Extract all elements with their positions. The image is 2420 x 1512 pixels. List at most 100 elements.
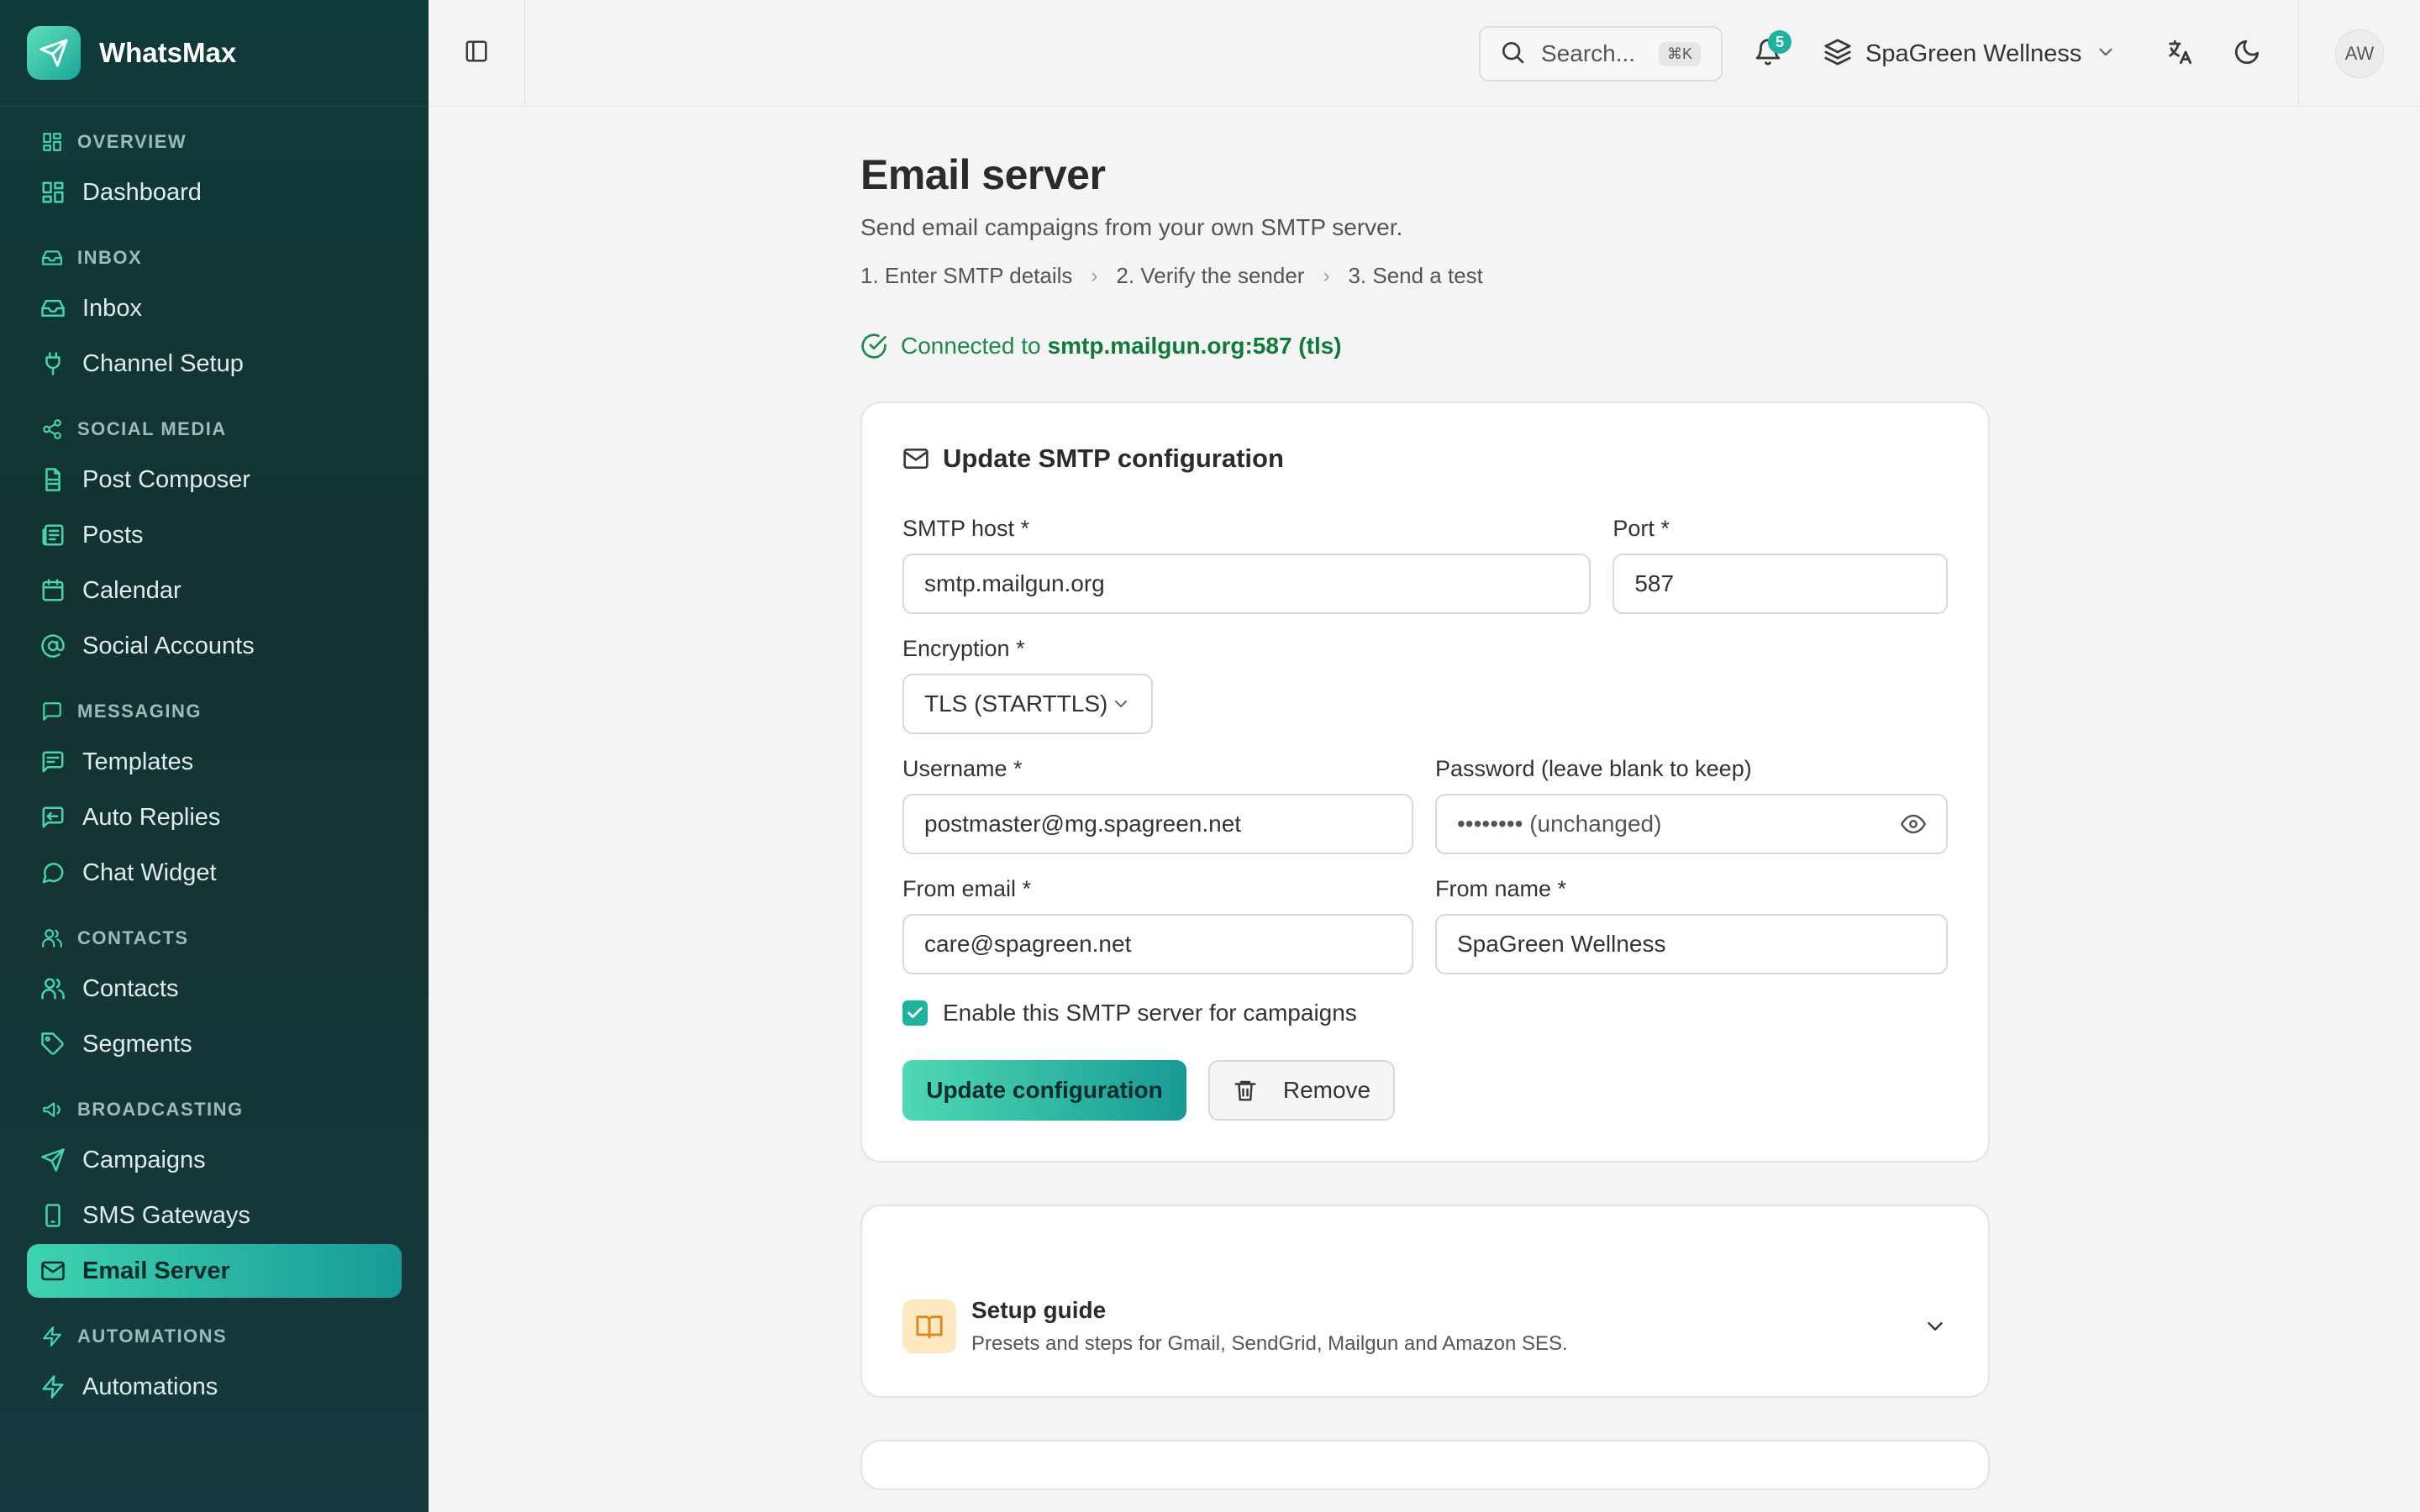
topbar: Search... ⌘K 5 SpaGreen Wellness AW — [429, 0, 2420, 107]
enable-smtp-label: Enable this SMTP server for campaigns — [943, 1000, 1357, 1026]
encryption-label: Encryption * — [902, 636, 1025, 661]
username-label: Username * — [902, 756, 1023, 781]
sidebar-item-auto-replies[interactable]: Auto Replies — [27, 790, 402, 844]
sidebar-item-posts[interactable]: Posts — [27, 508, 402, 562]
smtp-host-input[interactable]: smtp.mailgun.org — [902, 554, 1591, 614]
setup-guide-card[interactable]: Setup guide Presets and steps for Gmail,… — [860, 1205, 1990, 1398]
from-email-input[interactable]: care@spagreen.net — [902, 914, 1413, 974]
sidebar-item-email-server[interactable]: Email Server — [27, 1244, 402, 1298]
app-name: WhatsMax — [99, 37, 237, 68]
encryption-value: TLS (STARTTLS) — [924, 690, 1108, 717]
lightning-icon — [40, 1374, 66, 1399]
step-3: 3. Send a test — [1348, 263, 1483, 288]
search-input[interactable]: Search... ⌘K — [1479, 26, 1723, 81]
remove-button[interactable]: Remove — [1208, 1060, 1395, 1121]
chat-bubble-icon — [40, 860, 66, 885]
port-input[interactable]: 587 — [1612, 554, 1948, 614]
chevron-right-icon: › — [1323, 264, 1330, 287]
notifications-button[interactable]: 5 — [1748, 30, 1791, 74]
sidebar-nav: OVERVIEW Dashboard INBOX Inbox Channel S… — [0, 107, 429, 1414]
sidebar-item-chat-widget[interactable]: Chat Widget — [27, 846, 402, 900]
update-configuration-button[interactable]: Update configuration — [902, 1060, 1186, 1121]
sidebar-item-dashboard[interactable]: Dashboard — [27, 165, 402, 219]
send-icon — [40, 1147, 66, 1173]
inbox-icon — [40, 296, 66, 321]
page-subtitle: Send email campaigns from your own SMTP … — [860, 214, 1403, 240]
user-menu[interactable]: AW — [2298, 0, 2420, 107]
translate-icon — [2165, 38, 2194, 71]
setup-steps: 1. Enter SMTP details › 2. Verify the se… — [860, 263, 1990, 289]
section-overview: OVERVIEW — [0, 120, 429, 164]
section-automations: AUTOMATIONS — [0, 1315, 429, 1358]
sidebar-item-campaigns[interactable]: Campaigns — [27, 1133, 402, 1187]
check-circle-icon — [860, 333, 887, 360]
moon-icon — [2233, 38, 2261, 71]
sidebar: WhatsMax OVERVIEW Dashboard INBOX Inbox … — [0, 0, 429, 1512]
inbox-tray-icon — [40, 246, 64, 270]
workspace-switcher[interactable]: SpaGreen Wellness — [1823, 26, 2117, 81]
sidebar-item-inbox[interactable]: Inbox — [27, 281, 402, 335]
sidebar-item-segments[interactable]: Segments — [27, 1017, 402, 1071]
smartphone-icon — [40, 1203, 66, 1228]
plug-icon — [40, 351, 66, 376]
chevron-down-icon[interactable] — [1923, 1314, 1948, 1339]
search-shortcut: ⌘K — [1658, 41, 1701, 66]
password-input[interactable]: •••••••• (unchanged) — [1435, 794, 1948, 854]
contacts-icon — [40, 976, 66, 1001]
sidebar-item-calendar[interactable]: Calendar — [27, 564, 402, 617]
setup-guide-title: Setup guide — [971, 1297, 1107, 1323]
panel-left-icon — [464, 39, 489, 68]
sidebar-item-templates[interactable]: Templates — [27, 735, 402, 789]
book-icon — [902, 1299, 956, 1353]
port-label: Port * — [1612, 516, 1670, 541]
sidebar-item-post-composer[interactable]: Post Composer — [27, 453, 402, 507]
chevron-down-icon — [1111, 694, 1131, 714]
smtp-host-label: SMTP host * — [902, 516, 1030, 541]
share-icon — [40, 417, 64, 441]
layers-icon — [1823, 38, 1852, 71]
section-inbox: INBOX — [0, 236, 429, 280]
from-name-label: From name * — [1435, 876, 1567, 901]
page-title: Email server — [860, 151, 1106, 198]
section-broadcasting: BROADCASTING — [0, 1088, 429, 1131]
setup-guide-description: Presets and steps for Gmail, SendGrid, M… — [971, 1332, 1568, 1355]
calendar-icon — [40, 578, 66, 603]
users-icon — [40, 927, 64, 950]
section-messaging: MESSAGING — [0, 690, 429, 733]
mail-icon — [40, 1258, 66, 1284]
eye-icon[interactable] — [1901, 811, 1926, 837]
chevron-right-icon: › — [1091, 264, 1098, 287]
avatar: AW — [2335, 29, 2384, 78]
notification-count-badge: 5 — [1768, 30, 1791, 54]
password-placeholder: •••••••• (unchanged) — [1457, 811, 1662, 837]
sidebar-toggle-button[interactable] — [429, 0, 525, 107]
sidebar-item-contacts[interactable]: Contacts — [27, 962, 402, 1016]
language-button[interactable] — [2160, 34, 2200, 74]
step-2: 2. Verify the sender — [1116, 263, 1305, 288]
card-title: Update SMTP configuration — [902, 444, 1948, 474]
brand[interactable]: WhatsMax — [0, 0, 429, 107]
message-square-icon — [40, 700, 64, 723]
search-icon — [1499, 39, 1526, 70]
paper-plane-logo-icon — [27, 26, 81, 80]
encryption-select[interactable]: TLS (STARTTLS) — [902, 674, 1153, 734]
sidebar-item-channel-setup[interactable]: Channel Setup — [27, 337, 402, 391]
newspaper-icon — [40, 522, 66, 548]
chevron-down-icon — [2095, 41, 2117, 67]
password-label: Password (leave blank to keep) — [1435, 756, 1752, 781]
step-1: 1. Enter SMTP details — [860, 263, 1073, 288]
sidebar-item-social-accounts[interactable]: Social Accounts — [27, 619, 402, 673]
username-input[interactable]: postmaster@mg.spagreen.net — [902, 794, 1413, 854]
sidebar-item-sms-gateways[interactable]: SMS Gateways — [27, 1189, 402, 1242]
search-placeholder: Search... — [1541, 40, 1636, 66]
sidebar-item-automations[interactable]: Automations — [27, 1360, 402, 1414]
from-name-input[interactable]: SpaGreen Wellness — [1435, 914, 1948, 974]
theme-toggle-button[interactable] — [2227, 34, 2267, 74]
enable-smtp-checkbox[interactable] — [902, 1000, 928, 1026]
megaphone-icon — [40, 1098, 64, 1121]
remove-button-label: Remove — [1282, 1077, 1371, 1103]
enable-smtp-row: Enable this SMTP server for campaigns — [902, 1000, 1948, 1026]
tag-icon — [40, 1032, 66, 1057]
mail-icon — [902, 445, 929, 472]
grid-icon — [40, 130, 64, 154]
